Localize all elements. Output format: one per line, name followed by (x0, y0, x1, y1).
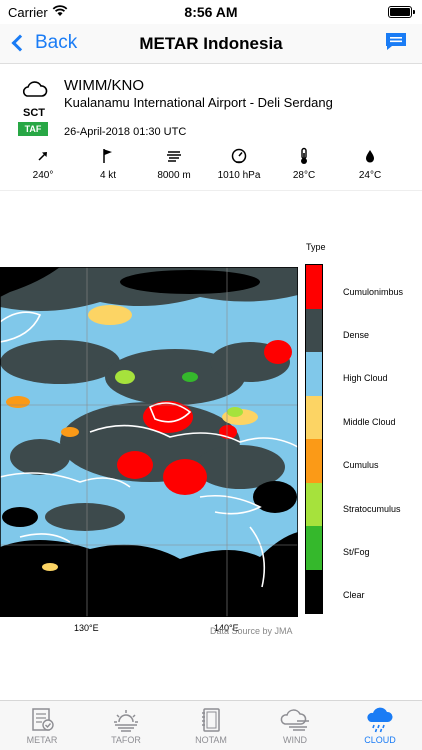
metric-temperature: 28°C (271, 147, 337, 181)
metric-wind-speed: 4 kt (75, 147, 141, 181)
metrics-row: 240° 4 kt 8000 m 1010 hPa 28°C 24°C (0, 147, 422, 187)
metric-value: 240° (32, 170, 54, 181)
legend-label: Dense (343, 330, 370, 340)
metric-value: 4 kt (99, 170, 117, 181)
satellite-cloud-image[interactable] (0, 267, 298, 617)
legend-label: Cumulus (343, 460, 379, 470)
tab-label: METAR (26, 735, 58, 745)
visibility-icon (167, 151, 181, 162)
legend-label: Clear (343, 590, 365, 600)
station-name: Kualanamu International Airport - Deli S… (64, 95, 333, 110)
legend-swatch (306, 439, 322, 483)
cloud-type-legend (305, 264, 323, 614)
nav-bar: Back METAR Indonesia (0, 24, 422, 64)
legend-title: Type (306, 242, 326, 252)
metric-value: 8000 m (157, 170, 191, 181)
legend-label: Cumulonimbus (343, 287, 404, 297)
cloud-rain-icon (367, 707, 393, 733)
legend-swatch (306, 482, 322, 526)
tab-label: TAFOR (111, 735, 141, 745)
metric-visibility: 8000 m (141, 147, 207, 181)
tab-label: WIND (283, 735, 307, 745)
tab-notam[interactable]: NOTAM (169, 701, 253, 750)
tab-bar: METAR TAFOR NOTAM WIND CLOUD (0, 700, 422, 750)
tab-tafor[interactable]: TAFOR (84, 701, 168, 750)
legend-swatch (306, 526, 322, 570)
notam-notebook-icon (202, 708, 220, 732)
legend-label: Middle Cloud (343, 417, 396, 427)
legend-swatch (306, 569, 322, 613)
station-summary: SCT TAF WIMM/KNO Kualanamu International… (0, 65, 422, 190)
message-icon[interactable] (384, 32, 408, 52)
tab-metar[interactable]: METAR (0, 701, 84, 750)
metar-report-icon (32, 708, 54, 731)
observation-date: 26-April-2018 01:30 UTC (64, 126, 187, 138)
cloud-icon (22, 81, 48, 97)
metric-value: 1010 hPa (217, 170, 261, 181)
metric-pressure: 1010 hPa (206, 147, 272, 181)
tab-cloud[interactable]: CLOUD (338, 701, 422, 750)
cloud-map-panel: Type Cumulonimbus Dense High Cloud Middl… (0, 190, 422, 700)
metric-value: 28°C (292, 170, 316, 181)
tab-label: CLOUD (364, 735, 396, 745)
taf-badge[interactable]: TAF (18, 122, 48, 136)
thermometer-icon (301, 147, 307, 164)
metric-dewpoint: 24°C (337, 147, 403, 181)
battery-icon (388, 6, 415, 18)
legend-swatch (306, 395, 322, 439)
legend-swatch (306, 265, 322, 309)
page-title: METAR Indonesia (139, 34, 283, 53)
metric-wind-direction: 240° (10, 147, 76, 181)
legend-label: St/Fog (343, 547, 370, 557)
wind-speed-flag-icon (103, 149, 112, 163)
tafor-sun-icon (114, 710, 138, 732)
cloud-coverage-code: SCT (23, 107, 45, 119)
wind-direction-icon (38, 152, 47, 161)
legend-swatch (306, 308, 322, 352)
status-bar: Carrier 8:56 AM (0, 0, 422, 24)
tab-label: NOTAM (195, 735, 227, 745)
tab-wind[interactable]: WIND (253, 701, 337, 750)
metric-value: 24°C (358, 170, 382, 181)
clock: 8:56 AM (184, 4, 238, 20)
legend-label: High Cloud (343, 373, 388, 383)
wind-cloud-icon (280, 709, 309, 731)
legend-swatch (306, 352, 322, 396)
legend-label: Stratocumulus (343, 504, 401, 514)
dewpoint-drop-icon (366, 150, 374, 163)
pressure-gauge-icon (231, 148, 247, 164)
x-tick-label: 130°E (74, 623, 99, 633)
data-source-credit: Data Source by JMA (210, 626, 293, 636)
station-code: WIMM/KNO (64, 77, 144, 94)
